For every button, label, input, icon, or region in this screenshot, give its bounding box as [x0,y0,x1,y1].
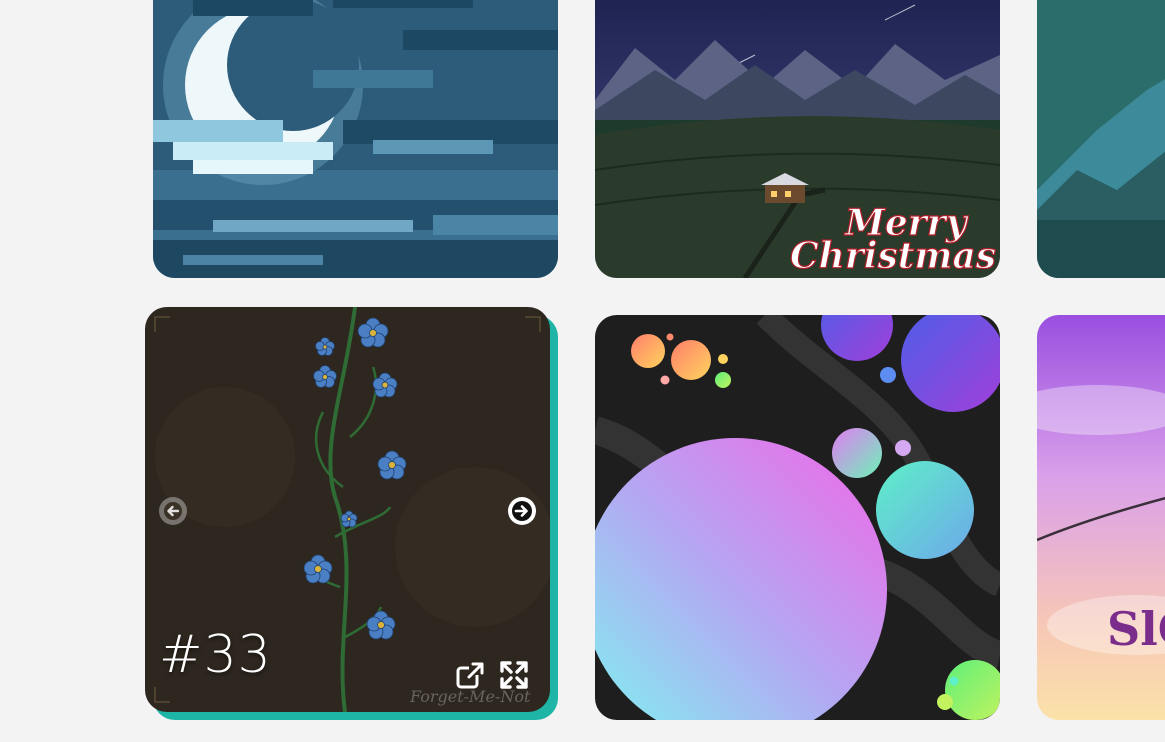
next-slide-button[interactable] [508,497,536,525]
gallery-card-moon-clouds[interactable] [153,0,558,278]
slide-number: #33 [159,625,272,685]
mountain-forest-artwork [1037,0,1165,278]
christmas-greeting-line2: Christmas [790,235,996,277]
gallery-card-gradient-circles[interactable] [595,315,1000,720]
gallery-card-mountain-forest[interactable] [1037,0,1165,278]
forget-me-not-card[interactable]: #33 Forget-Me-Not [145,307,550,712]
external-link-icon [456,662,484,689]
arrow-left-icon [164,502,182,520]
gradient-circles-artwork [595,315,1000,720]
fullscreen-button[interactable] [499,660,531,692]
pastel-sky-title-fragment: SlO [1107,602,1165,656]
moon-clouds-artwork [153,0,558,278]
gallery-card-christmas[interactable]: Merry Christmas [595,0,1000,278]
open-external-button[interactable] [455,659,487,691]
previous-slide-button[interactable] [159,497,187,525]
expand-icon [500,661,528,689]
christmas-artwork: Merry Christmas [595,0,1000,278]
arrow-right-icon [512,501,532,521]
pastel-sky-artwork: SlO [1037,315,1165,720]
active-gallery-slide: #33 Forget-Me-Not [145,307,558,720]
gallery-card-pastel-sky[interactable]: SlO [1037,315,1165,720]
